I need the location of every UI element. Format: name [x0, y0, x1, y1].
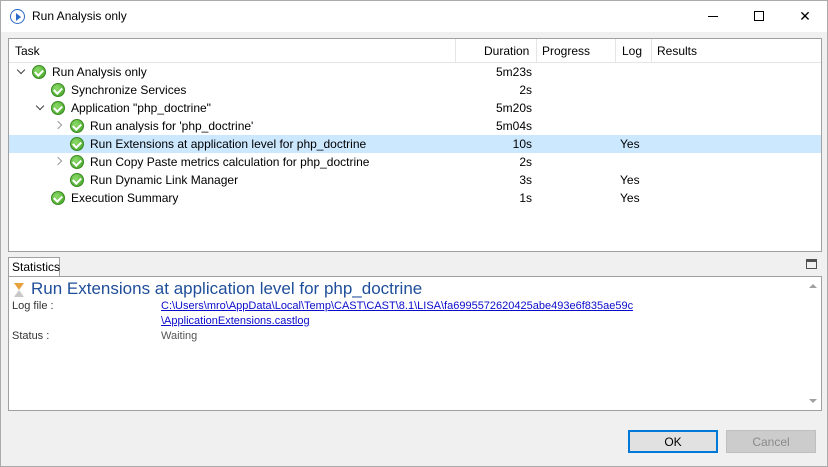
- status-value: Waiting: [161, 330, 198, 342]
- task-duration: 2s: [519, 155, 532, 169]
- column-header-progress[interactable]: Progress: [542, 44, 590, 58]
- minimize-button[interactable]: [690, 1, 736, 31]
- column-header-log[interactable]: Log: [622, 44, 642, 58]
- vertical-scrollbar[interactable]: [805, 277, 821, 410]
- task-name: Run Dynamic Link Manager: [90, 173, 239, 187]
- task-log: Yes: [620, 173, 640, 187]
- ok-button[interactable]: OK: [628, 430, 718, 453]
- column-header-results[interactable]: Results: [657, 44, 697, 58]
- column-header-duration[interactable]: Duration: [484, 44, 529, 58]
- panel-maximize-icon[interactable]: [806, 259, 817, 269]
- success-check-icon: [51, 191, 65, 205]
- task-name: Run analysis for 'php_doctrine': [90, 119, 254, 133]
- tree-row[interactable]: Run analysis for 'php_doctrine' 5m04s: [9, 117, 821, 135]
- task-name: Run Analysis only: [52, 65, 147, 79]
- tab-statistics-label: Statistics: [12, 260, 61, 274]
- scroll-up-icon[interactable]: [809, 284, 817, 288]
- success-check-icon: [70, 119, 84, 133]
- task-duration: 5m04s: [495, 119, 532, 133]
- tree-row[interactable]: Execution Summary 1s Yes: [9, 189, 821, 207]
- task-name: Execution Summary: [71, 191, 179, 205]
- statistics-panel: Run Extensions at application level for …: [8, 276, 822, 411]
- tree-row[interactable]: Run Copy Paste metrics calculation for p…: [9, 153, 821, 171]
- task-duration: 3s: [519, 173, 532, 187]
- task-duration: 5m23s: [495, 65, 532, 79]
- minimize-icon: [708, 15, 718, 17]
- log-file-label: Log file :: [12, 300, 54, 312]
- task-log: Yes: [620, 191, 640, 205]
- window-title: Run Analysis only: [32, 9, 127, 23]
- task-duration: 5m20s: [495, 101, 532, 115]
- tree-row[interactable]: Run Extensions at application level for …: [9, 135, 821, 153]
- task-log: Yes: [620, 137, 640, 151]
- statistics-title: Run Extensions at application level for …: [31, 279, 423, 298]
- maximize-icon: [754, 11, 764, 21]
- scroll-down-icon[interactable]: [809, 399, 817, 403]
- tree-row[interactable]: Synchronize Services 2s: [9, 81, 821, 99]
- cancel-button[interactable]: Cancel: [726, 430, 816, 453]
- title-bar: Run Analysis only ✕: [1, 1, 827, 32]
- maximize-button[interactable]: [736, 1, 782, 31]
- task-name: Application "php_doctrine": [71, 101, 211, 115]
- column-divider[interactable]: [455, 39, 456, 63]
- task-duration: 1s: [519, 191, 532, 205]
- chevron-down-icon[interactable]: [36, 103, 45, 112]
- task-duration: 2s: [519, 83, 532, 97]
- tab-statistics[interactable]: Statistics: [8, 257, 60, 276]
- success-check-icon: [51, 101, 65, 115]
- task-duration: 10s: [512, 137, 532, 151]
- chevron-right-icon[interactable]: [55, 121, 64, 130]
- column-header-task[interactable]: Task: [15, 44, 40, 58]
- dialog-window: Run Analysis only ✕ Task Duration Progre…: [0, 0, 828, 467]
- tree-row[interactable]: Run Dynamic Link Manager 3s Yes: [9, 171, 821, 189]
- success-check-icon: [70, 137, 84, 151]
- log-file-link-continued[interactable]: \ApplicationExtensions.castlog: [161, 315, 310, 327]
- tree-row[interactable]: Run Analysis only 5m23s: [9, 63, 821, 81]
- task-tree: Task Duration Progress Log Results Run A…: [8, 38, 822, 252]
- tree-row[interactable]: Application "php_doctrine" 5m20s: [9, 99, 821, 117]
- chevron-down-icon[interactable]: [17, 67, 26, 76]
- tree-header: Task Duration Progress Log Results: [9, 39, 821, 63]
- task-name: Run Copy Paste metrics calculation for p…: [90, 155, 370, 169]
- success-check-icon: [32, 65, 46, 79]
- column-divider[interactable]: [651, 39, 652, 63]
- log-file-link[interactable]: C:\Users\mro\AppData\Local\Temp\CAST\CAS…: [161, 300, 633, 312]
- column-divider[interactable]: [536, 39, 537, 63]
- column-divider[interactable]: [615, 39, 616, 63]
- success-check-icon: [70, 173, 84, 187]
- task-name: Synchronize Services: [71, 83, 187, 97]
- task-name: Run Extensions at application level for …: [90, 137, 367, 151]
- close-button[interactable]: ✕: [782, 1, 828, 31]
- hourglass-icon: [13, 282, 25, 298]
- success-check-icon: [70, 155, 84, 169]
- play-icon: [10, 9, 25, 24]
- success-check-icon: [51, 83, 65, 97]
- chevron-right-icon[interactable]: [55, 157, 64, 166]
- status-label: Status :: [12, 330, 50, 342]
- close-icon: ✕: [799, 7, 811, 24]
